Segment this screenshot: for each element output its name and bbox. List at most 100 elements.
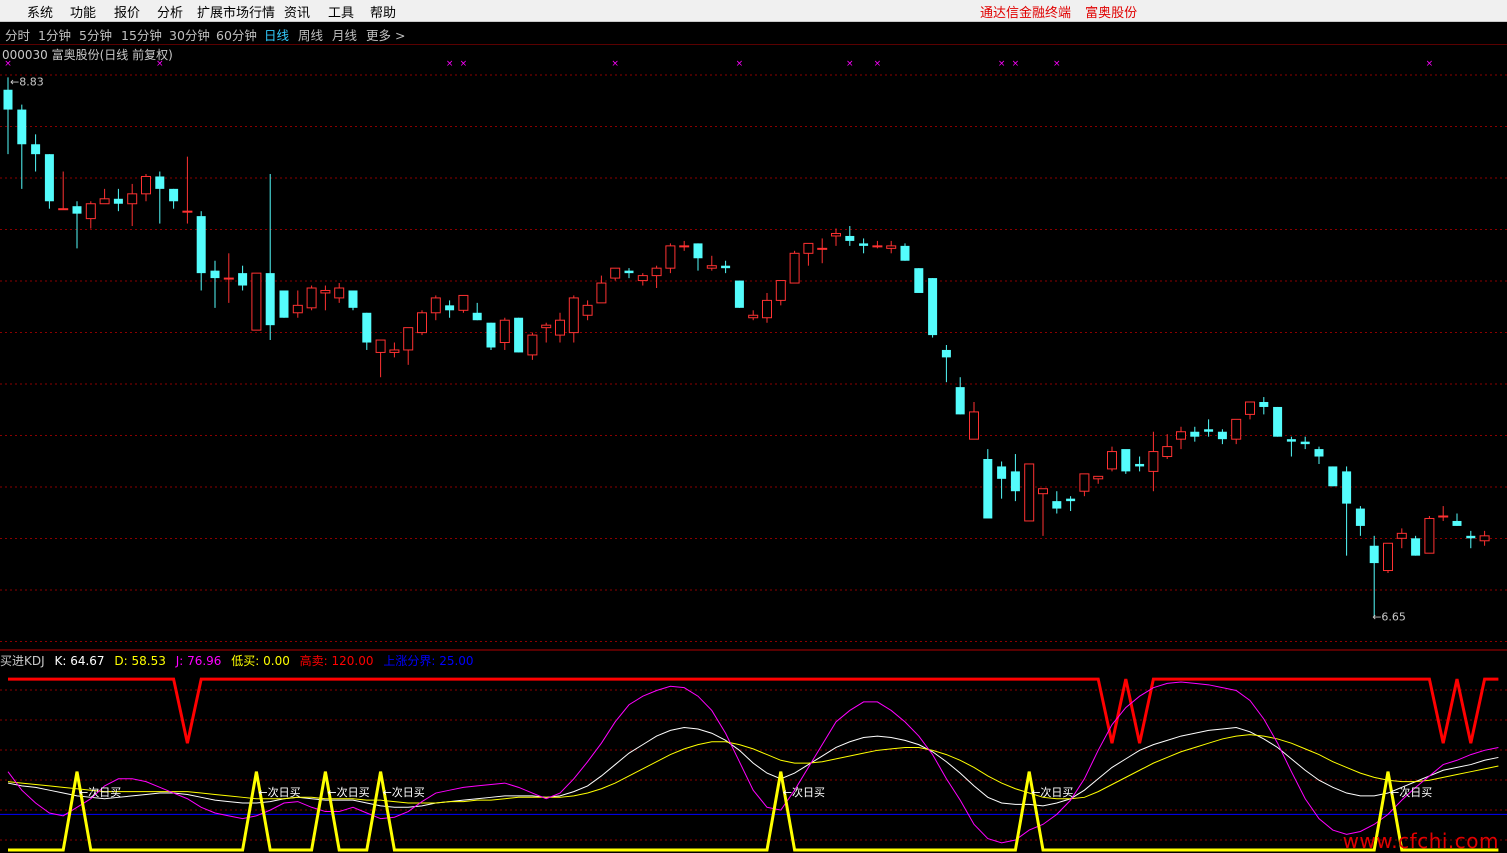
candle bbox=[1107, 446, 1117, 472]
candle bbox=[389, 342, 400, 358]
candle-body bbox=[1286, 439, 1296, 442]
candle-body bbox=[983, 459, 993, 519]
candle bbox=[1273, 406, 1283, 437]
candle-body bbox=[1204, 429, 1214, 432]
candle-body bbox=[1190, 431, 1200, 437]
candle-body bbox=[334, 287, 345, 299]
signal-mark: × bbox=[846, 59, 854, 69]
candle bbox=[1355, 506, 1365, 536]
candle bbox=[1135, 456, 1145, 472]
candle-body bbox=[541, 324, 552, 329]
candle-body bbox=[1038, 488, 1048, 495]
candle-body bbox=[651, 267, 662, 277]
candle-body bbox=[375, 339, 386, 353]
candle bbox=[1038, 488, 1048, 536]
candle-body bbox=[568, 297, 579, 334]
buy-signal-line bbox=[8, 771, 1499, 852]
candle bbox=[637, 273, 648, 286]
candle-body bbox=[596, 282, 607, 304]
candle-body bbox=[582, 304, 593, 316]
candle-body bbox=[1411, 538, 1421, 556]
candle-body bbox=[914, 268, 924, 293]
buy-signal-label: ←次日买 bbox=[783, 785, 825, 799]
candle-body bbox=[1107, 451, 1117, 470]
candle-body bbox=[831, 232, 841, 237]
candle bbox=[1424, 516, 1435, 554]
candle bbox=[969, 402, 979, 440]
candle bbox=[375, 339, 386, 378]
candle bbox=[734, 280, 744, 308]
candlestick-series bbox=[3, 77, 1490, 618]
candle bbox=[1245, 401, 1255, 420]
candle bbox=[265, 174, 275, 341]
candle-body bbox=[72, 206, 82, 214]
candle-body bbox=[58, 208, 69, 211]
candle bbox=[1121, 449, 1131, 474]
candle-body bbox=[527, 334, 538, 356]
candle-body bbox=[458, 294, 469, 311]
candle bbox=[1231, 418, 1242, 445]
kdj-j-line bbox=[7, 681, 1499, 844]
candle-body bbox=[900, 245, 910, 261]
candle-body bbox=[182, 210, 193, 213]
chart-canvas[interactable]: × × × × × × × × × × × × ←8.83←6.65 ←次日买 ←次日买 ←次日买 ←次日买… bbox=[0, 0, 1507, 853]
low-price-label: ←6.65 bbox=[1372, 611, 1406, 624]
candle-body bbox=[1121, 449, 1131, 472]
candle bbox=[610, 267, 621, 281]
candle-body bbox=[665, 245, 676, 269]
candle bbox=[624, 268, 634, 279]
kdj-d-line bbox=[7, 734, 1499, 804]
candle-body bbox=[1052, 501, 1062, 509]
candle-body bbox=[251, 272, 262, 331]
candle-body bbox=[941, 349, 951, 358]
candle-body bbox=[721, 265, 731, 269]
candle bbox=[362, 312, 372, 350]
price-annotations: ←8.83 ←6.65 bbox=[10, 75, 1406, 623]
candle-body bbox=[1259, 402, 1269, 407]
candle-body bbox=[1093, 475, 1104, 480]
candle-body bbox=[1273, 406, 1283, 437]
candle bbox=[1452, 513, 1462, 526]
candle bbox=[417, 310, 427, 336]
candle-body bbox=[430, 297, 441, 314]
candle-body bbox=[762, 299, 772, 319]
candle bbox=[251, 272, 262, 331]
candle bbox=[817, 238, 828, 264]
candle bbox=[210, 260, 220, 308]
candle-body bbox=[1383, 542, 1393, 572]
candle-body bbox=[445, 305, 455, 311]
candle bbox=[679, 240, 690, 251]
candle-body bbox=[514, 317, 524, 353]
candle bbox=[499, 317, 510, 350]
candle-body bbox=[1162, 446, 1173, 458]
candle bbox=[1479, 530, 1490, 546]
candle-body bbox=[210, 270, 220, 279]
candle-body bbox=[679, 245, 690, 248]
candle bbox=[1259, 397, 1269, 415]
candle-body bbox=[31, 144, 41, 155]
candle-body bbox=[196, 216, 206, 274]
signal-mark: × bbox=[998, 59, 1006, 69]
candle-body bbox=[348, 290, 358, 308]
candle-body bbox=[817, 247, 828, 250]
candle-body bbox=[997, 466, 1007, 479]
signal-mark: × bbox=[4, 59, 12, 69]
candle-body bbox=[3, 89, 13, 110]
watermark: www.cfchi.com bbox=[1342, 829, 1499, 853]
high-price-label: ←8.83 bbox=[10, 75, 44, 88]
candle-body bbox=[775, 280, 786, 301]
candle-body bbox=[1135, 463, 1145, 467]
candle-body bbox=[265, 273, 275, 326]
candle bbox=[831, 228, 841, 246]
kdj-k-line bbox=[7, 727, 1499, 808]
candle-body bbox=[1369, 545, 1379, 564]
candle-body bbox=[610, 267, 621, 279]
candle-body bbox=[44, 154, 54, 202]
candle bbox=[555, 312, 565, 343]
signal-mark: × bbox=[874, 59, 882, 69]
candle-body bbox=[17, 109, 27, 145]
candle bbox=[1148, 431, 1159, 492]
candle-body bbox=[292, 304, 303, 314]
candle-body bbox=[1328, 466, 1338, 487]
candle-body bbox=[859, 243, 869, 246]
